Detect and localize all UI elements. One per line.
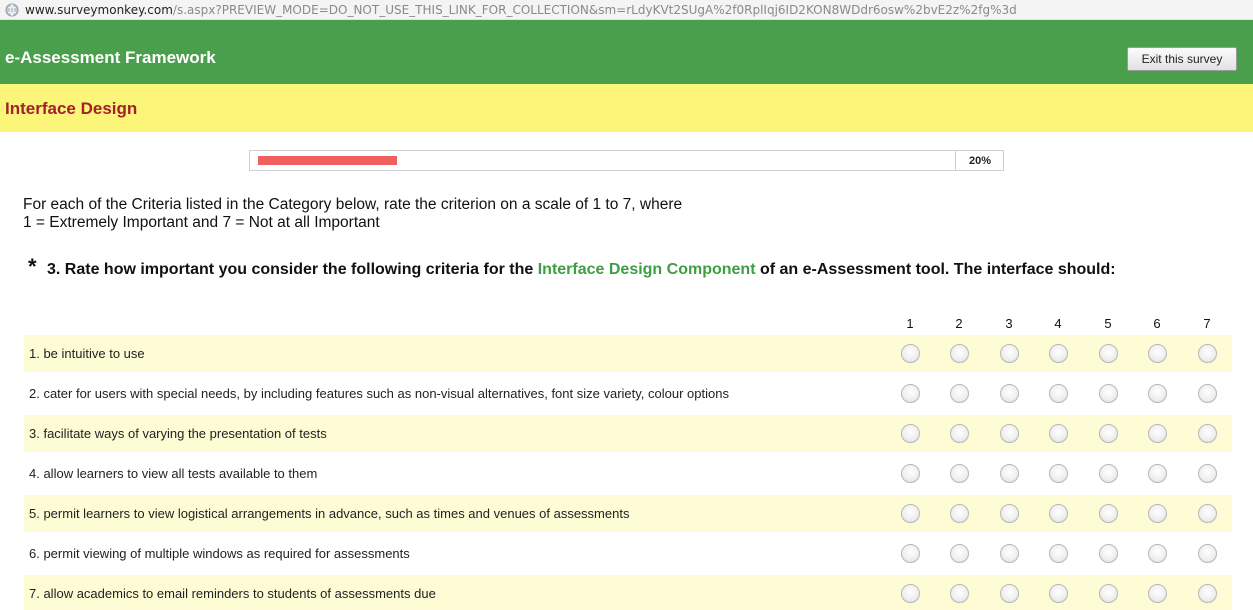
rating-radio-7[interactable]: [1198, 424, 1217, 443]
rating-radio-3[interactable]: [1000, 544, 1019, 563]
criterion-label: 3. facilitate ways of varying the presen…: [29, 426, 327, 441]
survey-header: e-Assessment Framework Exit this survey: [0, 20, 1253, 84]
scale-label-2: 2: [955, 316, 963, 331]
survey-title: e-Assessment Framework: [5, 48, 216, 67]
rating-radio-1[interactable]: [901, 344, 920, 363]
url-path: /s.aspx?PREVIEW_MODE=DO_NOT_USE_THIS_LIN…: [172, 2, 1017, 17]
rating-radio-2[interactable]: [950, 384, 969, 403]
rating-radio-5[interactable]: [1099, 504, 1118, 523]
url-host: www.surveymonkey.com: [25, 2, 173, 17]
rating-radio-7[interactable]: [1198, 344, 1217, 363]
rating-radio-2[interactable]: [950, 464, 969, 483]
progress-percent: 20%: [968, 154, 992, 167]
exit-survey-button[interactable]: Exit this survey: [1127, 47, 1237, 71]
criterion-row: 3. facilitate ways of varying the presen…: [24, 415, 1232, 452]
instructions-line-2: 1 = Extremely Important and 7 = Not at a…: [23, 214, 380, 231]
rating-radio-6[interactable]: [1148, 424, 1167, 443]
browser-url-bar[interactable]: www.surveymonkey.com/s.aspx?PREVIEW_MODE…: [0, 0, 1253, 20]
rating-radio-5[interactable]: [1099, 584, 1118, 603]
criterion-label: 1. be intuitive to use: [29, 346, 145, 361]
rating-radio-6[interactable]: [1148, 384, 1167, 403]
rating-radio-4[interactable]: [1049, 584, 1068, 603]
rating-radio-5[interactable]: [1099, 464, 1118, 483]
criterion-label: 7. allow academics to email reminders to…: [29, 586, 436, 601]
rating-radio-7[interactable]: [1198, 464, 1217, 483]
globe-icon: [5, 3, 19, 17]
criterion-row: 5. permit learners to view logistical ar…: [24, 495, 1232, 532]
rating-radio-6[interactable]: [1148, 344, 1167, 363]
scale-label-1: 1: [906, 316, 914, 331]
rating-radio-3[interactable]: [1000, 344, 1019, 363]
question-highlight: Interface Design Component: [537, 261, 756, 278]
rating-radio-3[interactable]: [1000, 584, 1019, 603]
criterion-label: 4. allow learners to view all tests avai…: [29, 466, 318, 481]
rating-radio-4[interactable]: [1049, 504, 1068, 523]
rating-radio-2[interactable]: [950, 544, 969, 563]
question-text: 3. Rate how important you consider the f…: [30, 259, 1240, 281]
rating-radio-2[interactable]: [950, 504, 969, 523]
rating-radio-5[interactable]: [1099, 424, 1118, 443]
rating-radio-1[interactable]: [901, 584, 920, 603]
rating-radio-1[interactable]: [901, 424, 920, 443]
rating-radio-2[interactable]: [950, 424, 969, 443]
question-heading: * 3. Rate how important you consider the…: [28, 254, 1240, 281]
required-asterisk: *: [28, 254, 37, 279]
rating-radio-6[interactable]: [1148, 584, 1167, 603]
rating-radio-4[interactable]: [1049, 384, 1068, 403]
criterion-label: 6. permit viewing of multiple windows as…: [29, 546, 410, 561]
rating-radio-4[interactable]: [1049, 424, 1068, 443]
rating-radio-7[interactable]: [1198, 584, 1217, 603]
progress-track: [250, 151, 956, 170]
rating-radio-1[interactable]: [901, 504, 920, 523]
rating-radio-3[interactable]: [1000, 424, 1019, 443]
criterion-row: 6. permit viewing of multiple windows as…: [24, 535, 1232, 572]
rating-radio-3[interactable]: [1000, 464, 1019, 483]
rating-radio-1[interactable]: [901, 464, 920, 483]
rating-radio-7[interactable]: [1198, 544, 1217, 563]
question-prefix: 3. Rate how important you consider the f…: [47, 261, 538, 278]
rating-radio-6[interactable]: [1148, 504, 1167, 523]
scale-label-7: 7: [1203, 316, 1211, 331]
page-title: Interface Design: [5, 99, 138, 118]
rating-radio-6[interactable]: [1148, 464, 1167, 483]
scale-label-6: 6: [1153, 316, 1161, 331]
rating-scale-header: 1 2 3 4 5 6 7: [0, 316, 1253, 334]
criterion-label: 5. permit learners to view logistical ar…: [29, 506, 630, 521]
rating-radio-5[interactable]: [1099, 544, 1118, 563]
rating-radio-6[interactable]: [1148, 544, 1167, 563]
scale-label-3: 3: [1005, 316, 1013, 331]
scale-label-5: 5: [1104, 316, 1112, 331]
rating-radio-4[interactable]: [1049, 544, 1068, 563]
page-title-band: Interface Design: [0, 84, 1253, 132]
rating-radio-5[interactable]: [1099, 344, 1118, 363]
rating-radio-2[interactable]: [950, 584, 969, 603]
criterion-row: 7. allow academics to email reminders to…: [24, 575, 1232, 610]
criterion-row: 2. cater for users with special needs, b…: [24, 375, 1232, 412]
rating-radio-4[interactable]: [1049, 344, 1068, 363]
rating-radio-7[interactable]: [1198, 504, 1217, 523]
criterion-row: 4. allow learners to view all tests avai…: [24, 455, 1232, 492]
rating-radio-1[interactable]: [901, 384, 920, 403]
question-suffix: of an e-Assessment tool. The interface s…: [755, 261, 1116, 278]
scale-label-4: 4: [1054, 316, 1062, 331]
rating-radio-5[interactable]: [1099, 384, 1118, 403]
rating-radio-7[interactable]: [1198, 384, 1217, 403]
instructions-line-1: For each of the Criteria listed in the C…: [23, 196, 683, 213]
rating-radio-3[interactable]: [1000, 384, 1019, 403]
criterion-label: 2. cater for users with special needs, b…: [29, 386, 729, 401]
rating-radio-4[interactable]: [1049, 464, 1068, 483]
rating-radio-3[interactable]: [1000, 504, 1019, 523]
rating-radio-2[interactable]: [950, 344, 969, 363]
progress-bar: 20%: [249, 150, 1004, 171]
instructions: For each of the Criteria listed in the C…: [23, 196, 1023, 232]
criterion-row: 1. be intuitive to use: [24, 335, 1232, 372]
rating-radio-1[interactable]: [901, 544, 920, 563]
progress-fill: [258, 156, 397, 165]
